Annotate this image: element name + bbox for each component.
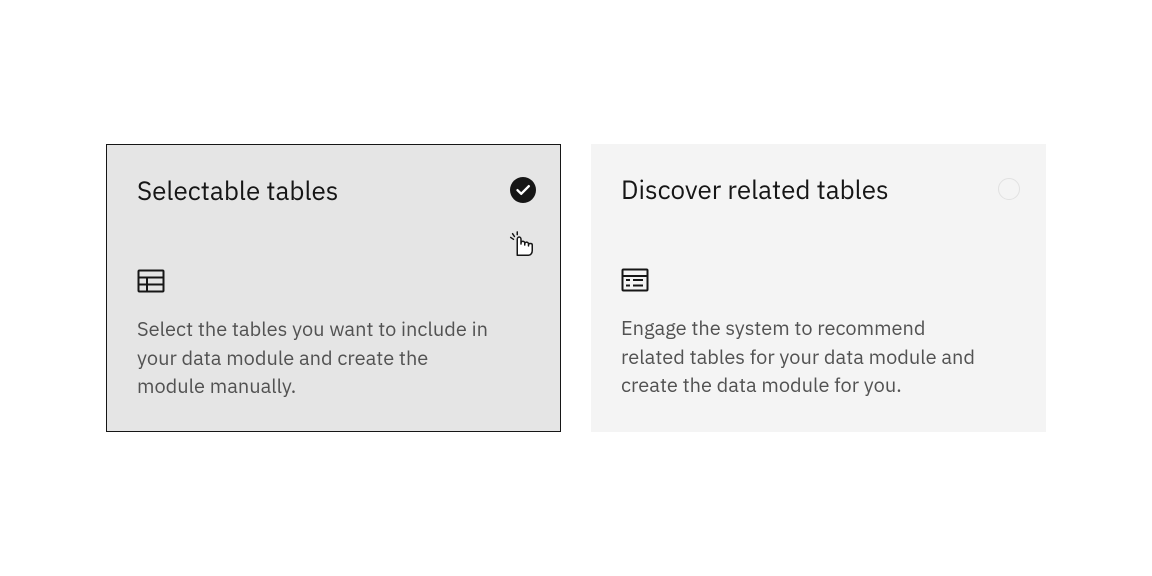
pointer-cursor-icon bbox=[506, 229, 536, 259]
radio-checked-icon bbox=[510, 177, 536, 203]
card-description: Engage the system to recommend related t… bbox=[621, 314, 986, 400]
data-table-icon bbox=[621, 266, 649, 294]
card-selection-stage: Selectable tables Select the table bbox=[0, 0, 1152, 576]
card-title: Selectable tables bbox=[137, 175, 530, 208]
radio-unchecked-icon bbox=[996, 176, 1022, 202]
card-discover-related-tables[interactable]: Discover related tables Engage the syste… bbox=[591, 144, 1046, 432]
table-icon bbox=[137, 267, 165, 295]
card-title: Discover related tables bbox=[621, 174, 1016, 207]
card-selectable-tables[interactable]: Selectable tables Select the table bbox=[106, 144, 561, 432]
card-description: Select the tables you want to include in… bbox=[137, 315, 500, 401]
